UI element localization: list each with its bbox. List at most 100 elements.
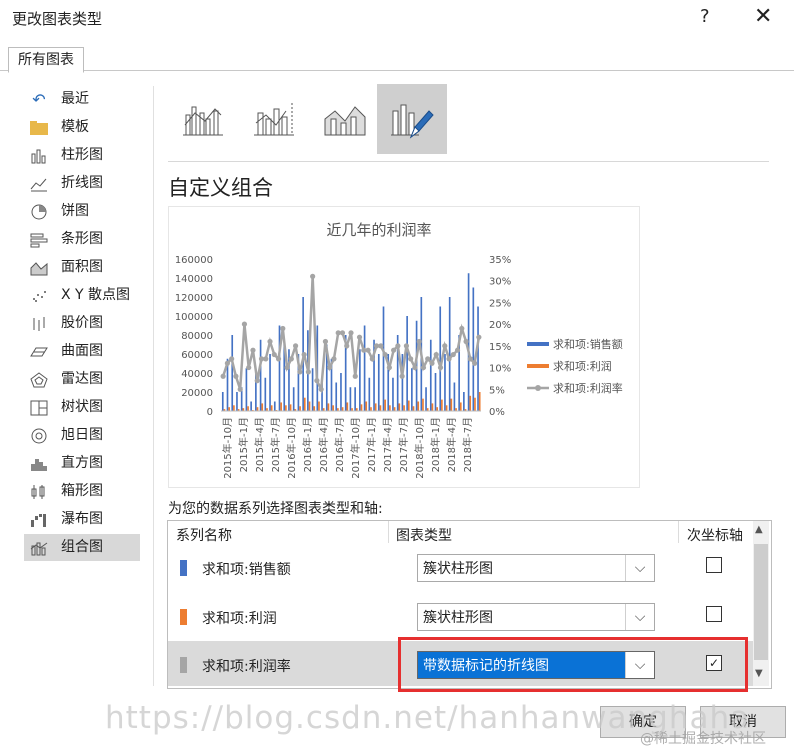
x-tick-label: 2018年-7月 xyxy=(461,417,474,472)
bar-profit xyxy=(299,406,301,411)
chart-type-select[interactable]: 簇状柱形图 ⌵ xyxy=(417,603,655,631)
x-tick-label: 2017年-4月 xyxy=(381,417,394,472)
profit-rate-marker xyxy=(233,373,239,379)
area-chart-icon xyxy=(28,259,50,277)
chevron-down-icon[interactable]: ⌵ xyxy=(625,604,654,630)
scrollbar-thumb[interactable] xyxy=(754,544,768,660)
series-name: 求和项:利润 xyxy=(202,611,277,627)
profit-rate-marker xyxy=(327,364,333,371)
boxwhisker-chart-icon xyxy=(28,483,50,501)
chevron-down-icon[interactable]: ⌵ xyxy=(625,555,654,581)
bar-sales xyxy=(354,387,356,411)
profit-rate-marker xyxy=(284,364,290,371)
profit-rate-marker xyxy=(314,378,320,384)
sidebar-item-treemap-chart[interactable]: 树状图 xyxy=(24,394,140,421)
sidebar-item-area-chart[interactable]: 面积图 xyxy=(24,254,140,281)
watermark-credit: @稀土掘金技术社区 xyxy=(640,731,766,747)
profit-rate-marker xyxy=(297,369,303,375)
bar-profit xyxy=(441,399,443,411)
sidebar-item-waterfall-chart[interactable]: 瀑布图 xyxy=(24,506,140,533)
profit-rate-marker xyxy=(386,364,392,371)
sidebar-item-boxwhisker-chart[interactable]: 箱形图 xyxy=(24,478,140,505)
profit-rate-marker xyxy=(310,273,316,279)
bar-sales xyxy=(245,368,248,411)
bar-sales xyxy=(463,392,465,411)
combo-clustered-column-line-thumb[interactable] xyxy=(170,86,236,152)
sidebar-item-bar-chart[interactable]: 条形图 xyxy=(24,226,140,253)
combo-stacked-area-column-thumb[interactable] xyxy=(312,86,378,152)
help-button[interactable]: ? xyxy=(700,6,710,27)
sidebar-item-sunburst-chart[interactable]: 旭日图 xyxy=(24,422,140,449)
sidebar-item-histogram-chart[interactable]: 直方图 xyxy=(24,450,140,477)
secondary-axis-checkbox[interactable] xyxy=(706,606,722,622)
sidebar-item-label: 雷达图 xyxy=(61,371,103,387)
profit-rate-marker xyxy=(250,347,256,353)
profit-rate-marker xyxy=(275,356,282,362)
waterfall-chart-icon xyxy=(28,511,50,529)
bar-profit xyxy=(318,401,320,411)
sidebar-item-combo-chart[interactable]: 组合图 xyxy=(24,534,140,561)
sidebar-item-pie-chart[interactable]: 饼图 xyxy=(24,198,140,225)
bar-profit xyxy=(389,405,391,411)
y-tick-label: 120000 xyxy=(175,293,213,304)
bar-sales xyxy=(425,387,427,411)
sidebar-item-folder[interactable]: 模板 xyxy=(24,114,140,141)
combo-clustered-column-line-icon xyxy=(183,106,223,136)
bar-profit xyxy=(280,402,282,411)
bar-profit xyxy=(370,407,372,411)
profit-rate-marker xyxy=(237,386,243,392)
bar-sales xyxy=(444,354,446,411)
scroll-down-icon[interactable]: ▼ xyxy=(755,668,763,679)
profit-rate-marker xyxy=(344,343,350,349)
sidebar-item-label: 柱形图 xyxy=(61,147,103,163)
sidebar-item-recent[interactable]: ↶ 最近 xyxy=(24,86,140,113)
profit-rate-marker xyxy=(339,330,346,336)
combo-column-line-secondary-thumb[interactable] xyxy=(241,86,307,152)
sidebar-item-label: X Y 散点图 xyxy=(61,287,131,303)
profit-rate-marker xyxy=(280,325,286,332)
x-tick-label: 2015年-4月 xyxy=(253,417,266,472)
sidebar-item-column-chart[interactable]: 柱形图 xyxy=(24,142,140,169)
x-tick-label: 2018年-4月 xyxy=(445,417,458,472)
profit-rate-marker xyxy=(365,347,371,353)
sidebar-item-scatter-chart[interactable]: X Y 散点图 xyxy=(24,282,140,309)
profit-rate-marker xyxy=(267,338,273,345)
profit-rate-marker xyxy=(472,360,478,366)
legend-label-profit: 求和项:利润 xyxy=(553,359,612,373)
close-button[interactable]: ✕ xyxy=(754,4,772,29)
treemap-chart-icon xyxy=(28,399,50,417)
x-tick-label: 2017年-7月 xyxy=(397,417,410,472)
y-tick-label: 100000 xyxy=(175,312,213,323)
scatter-chart-icon xyxy=(28,287,50,305)
x-tick-label: 2015年-10月 xyxy=(221,417,234,479)
combo-custom-thumb[interactable] xyxy=(377,84,447,154)
chart-type-select[interactable]: 簇状柱形图 ⌵ xyxy=(417,554,655,582)
sidebar-item-radar-chart[interactable]: 雷达图 xyxy=(24,366,140,393)
thumb-separator xyxy=(168,161,769,162)
profit-rate-marker xyxy=(382,351,388,358)
profit-rate-marker xyxy=(429,360,435,366)
profit-rate-marker xyxy=(356,334,363,340)
tab-all-charts[interactable]: 所有图表 xyxy=(8,47,84,73)
legend-label-rate: 求和项:利润率 xyxy=(553,381,623,395)
chart-type-value: 簇状柱形图 xyxy=(423,561,493,577)
bar-profit xyxy=(313,406,316,411)
profit-rate-marker xyxy=(331,356,337,362)
custom-combo-pencil-icon xyxy=(391,104,434,139)
profit-rate-marker xyxy=(378,343,384,349)
y2-tick-label: 0% xyxy=(489,407,505,418)
chart-preview: 近几年的利润率 160000 140000 120000 100000 80000 6000… xyxy=(168,206,640,488)
sidebar-item-label: 曲面图 xyxy=(61,343,103,359)
scroll-up-icon[interactable]: ▲ xyxy=(755,524,763,535)
bar-sales xyxy=(231,335,234,411)
sidebar-item-stock-chart[interactable]: 股价图 xyxy=(24,310,140,337)
profit-rate-marker xyxy=(467,356,473,362)
secondary-axis-checkbox[interactable] xyxy=(706,557,722,573)
sidebar-item-line-chart[interactable]: 折线图 xyxy=(24,170,140,197)
bar-sales xyxy=(264,377,267,411)
profit-rate-marker xyxy=(301,351,307,358)
sunburst-chart-icon xyxy=(28,427,50,445)
x-tick-label: 2015年-1月 xyxy=(237,417,250,472)
sidebar-item-surface-chart[interactable]: 曲面图 xyxy=(24,338,140,365)
y-tick-label: 40000 xyxy=(181,369,213,380)
